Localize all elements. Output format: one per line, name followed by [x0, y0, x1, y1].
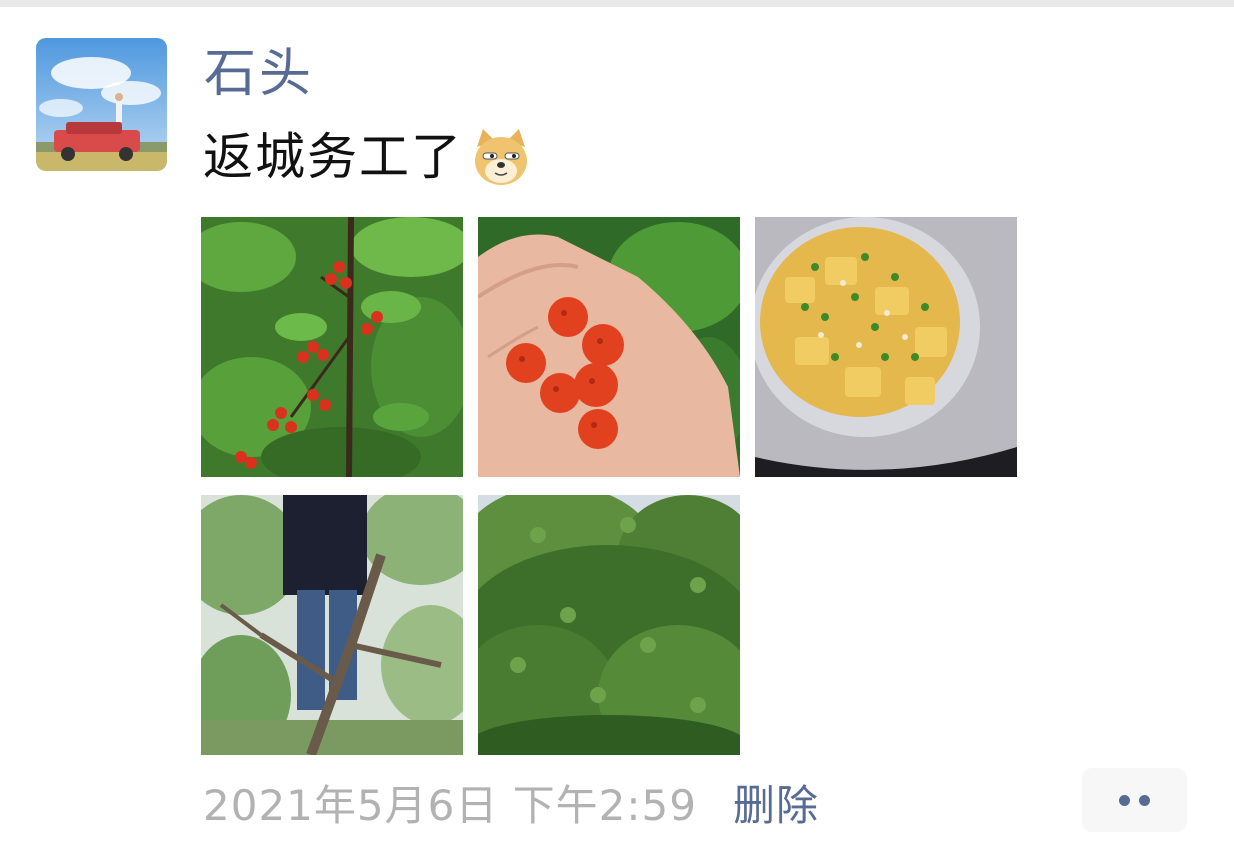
more-dots-icon: [1119, 795, 1130, 806]
more-dots-icon: [1139, 795, 1150, 806]
avatar[interactable]: [36, 38, 167, 171]
post-username[interactable]: 石头: [204, 42, 314, 106]
photo-raspberries-hand[interactable]: [478, 217, 740, 477]
top-divider: [0, 0, 1234, 7]
post-text: 返城务工了: [203, 128, 463, 186]
photo-green-trees[interactable]: [478, 495, 740, 755]
doge-emoji-icon: [469, 125, 533, 189]
photo-potato-dish[interactable]: [755, 217, 1017, 477]
more-actions-button[interactable]: [1082, 768, 1187, 832]
post-timestamp: 2021年5月6日 下午2:59: [203, 780, 697, 830]
post-text-row: 返城务工了: [203, 124, 533, 190]
photo-person-in-tree[interactable]: [201, 495, 463, 755]
photo-cherry-branch[interactable]: [201, 217, 463, 477]
delete-link[interactable]: 删除: [733, 772, 819, 833]
post-footer: 2021年5月6日 下午2:59 删除: [203, 772, 819, 832]
